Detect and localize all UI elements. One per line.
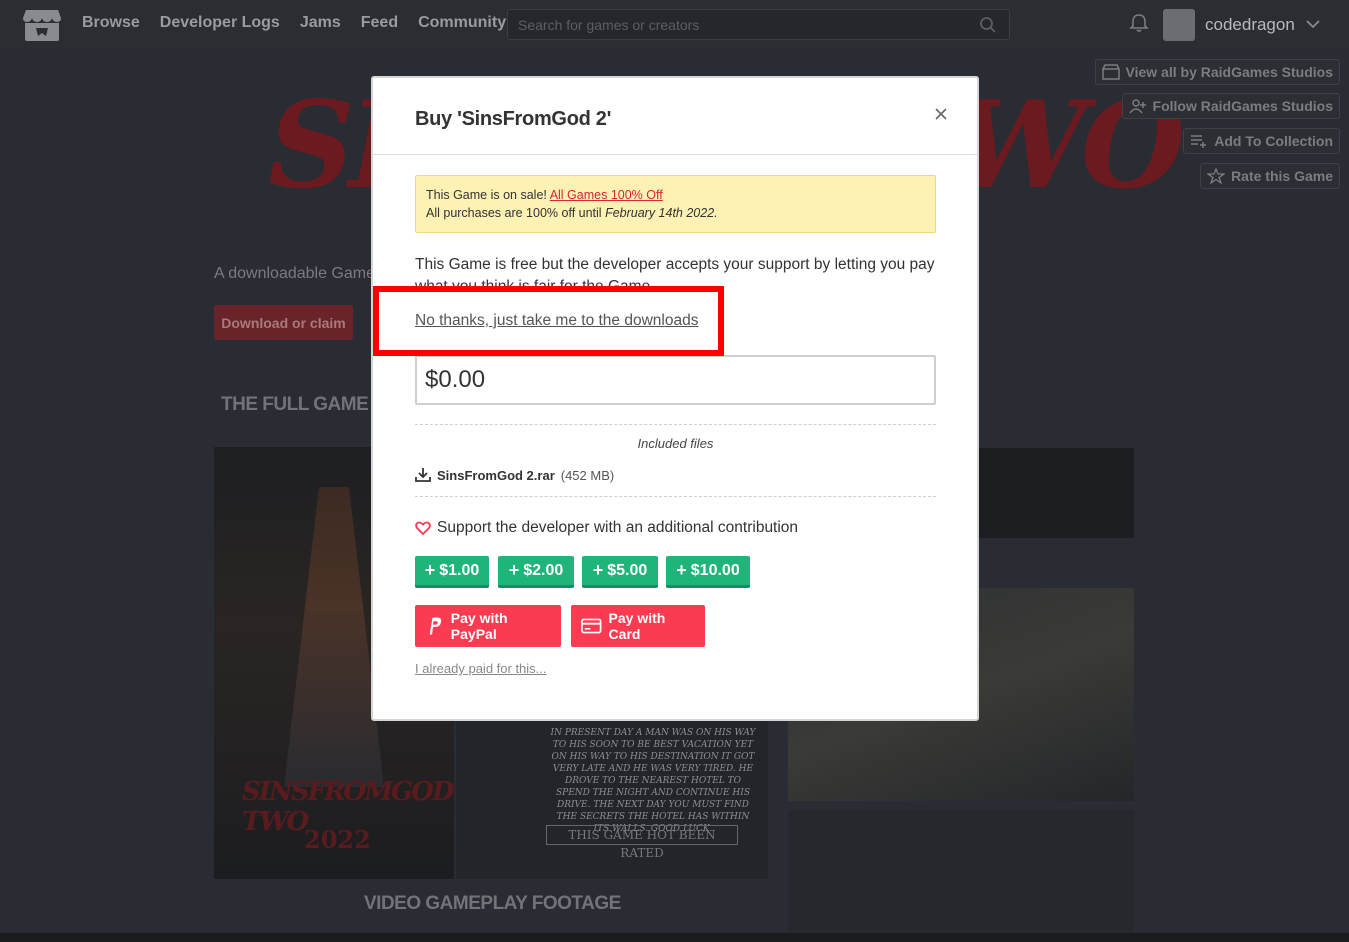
add-to-collection-label: Add To Collection xyxy=(1214,133,1333,149)
support-text: Support the developer with an additional… xyxy=(437,519,799,536)
contribute-1-button[interactable]: + $1.00 xyxy=(415,556,489,588)
star-icon xyxy=(1207,168,1226,184)
no-thanks-link[interactable]: No thanks, just take me to the downloads xyxy=(415,312,698,330)
paypal-icon xyxy=(429,617,442,635)
itchio-logo-icon[interactable] xyxy=(22,8,62,42)
bottom-strip xyxy=(0,933,1349,942)
section-full-game: THE FULL GAME W xyxy=(221,394,391,415)
bell-icon[interactable] xyxy=(1128,12,1150,34)
contribute-5-button[interactable]: + $5.00 xyxy=(582,556,658,588)
search-icon[interactable] xyxy=(979,16,997,34)
corridor-image xyxy=(284,487,384,787)
heart-icon xyxy=(415,521,431,536)
divider-bottom xyxy=(415,496,936,497)
file-size: (452 MB) xyxy=(560,467,615,483)
download-icon xyxy=(415,468,431,482)
search-input[interactable] xyxy=(508,10,1009,39)
sale-line2: All purchases are 100% off until xyxy=(426,206,602,220)
sale-date: February 14th 2022. xyxy=(605,206,718,220)
support-row: Support the developer with an additional… xyxy=(415,519,798,537)
close-icon[interactable] xyxy=(931,104,951,124)
nav-community[interactable]: Community xyxy=(418,14,506,32)
store-icon xyxy=(1101,64,1120,80)
nav-feed[interactable]: Feed xyxy=(361,14,398,32)
download-claim-button[interactable]: Download or claim xyxy=(214,305,353,340)
file-name: SinsFromGod 2.rar xyxy=(437,467,555,483)
game-tagline: A downloadable Game xyxy=(214,265,375,282)
divider-top xyxy=(415,424,936,425)
already-paid-link[interactable]: I already paid for this... xyxy=(415,661,547,676)
plus-icon: + xyxy=(508,560,520,580)
avatar[interactable] xyxy=(1163,9,1195,41)
pay-card-button[interactable]: Pay with Card xyxy=(571,605,705,647)
add-user-icon xyxy=(1128,99,1146,114)
file-row: SinsFromGod 2.rar (452 MB) xyxy=(415,467,614,483)
amount-input[interactable] xyxy=(417,357,934,403)
section-video: VIDEO GAMEPLAY FOOTAGE xyxy=(364,893,621,914)
sale-notice: This Game is on sale! All Games 100% Off… xyxy=(415,175,936,233)
plus-icon: + xyxy=(424,560,436,580)
contribute-1-label: $1.00 xyxy=(439,561,480,579)
intro-text: This Game is free but the developer acce… xyxy=(415,256,935,288)
sale-prefix: This Game is on sale! xyxy=(426,188,547,202)
screenshot-5[interactable] xyxy=(788,810,1134,940)
playlist-add-icon xyxy=(1191,135,1207,148)
follow-button[interactable]: Follow RaidGames Studios xyxy=(1121,93,1340,119)
rate-game-label: Rate this Game xyxy=(1231,168,1333,184)
buy-modal: Buy 'SinsFromGod 2' This Game is on sale… xyxy=(371,76,979,721)
plus-icon: + xyxy=(676,560,687,580)
top-nav: Browse Developer Logs Jams Feed Communit… xyxy=(0,0,1349,50)
view-all-label: View all by RaidGames Studios xyxy=(1125,64,1333,80)
plus-icon: + xyxy=(592,560,604,580)
included-files-label: Included files xyxy=(637,436,714,451)
modal-header: Buy 'SinsFromGod 2' xyxy=(373,78,977,155)
amount-field xyxy=(415,355,936,405)
pay-paypal-label: Pay with PayPal xyxy=(450,610,508,642)
pay-paypal-button[interactable]: Pay with PayPal xyxy=(415,605,561,647)
view-all-button[interactable]: View all by RaidGames Studios xyxy=(1094,59,1340,85)
poster-story: IN PRESENT DAY A MAN WAS ON HIS WAY TO H… xyxy=(550,728,756,834)
poster-rating: THIS GAME HOT BEEN RATED xyxy=(546,825,738,860)
intro-text-container: This Game is free but the developer acce… xyxy=(415,254,935,288)
add-to-collection-button[interactable]: Add To Collection xyxy=(1183,128,1340,154)
contribute-5-label: $5.00 xyxy=(607,561,648,579)
credit-card-icon xyxy=(581,618,602,634)
search-box xyxy=(507,9,1010,40)
rate-game-button[interactable]: Rate this Game xyxy=(1200,163,1340,189)
pay-card-label: Pay with Card xyxy=(608,610,666,642)
chevron-down-icon[interactable] xyxy=(1304,15,1322,33)
nav-browse[interactable]: Browse xyxy=(82,14,140,32)
poster-year: 2022 xyxy=(304,825,371,854)
username[interactable]: codedragon xyxy=(1205,15,1295,35)
contribute-10-button[interactable]: + $10.00 xyxy=(666,556,750,588)
nav-developer-logs[interactable]: Developer Logs xyxy=(160,14,280,32)
nav-jams[interactable]: Jams xyxy=(300,14,341,32)
sale-link[interactable]: All Games 100% Off xyxy=(550,188,663,202)
highlight-annotation: No thanks, just take me to the downloads xyxy=(373,286,724,356)
contribute-2-button[interactable]: + $2.00 xyxy=(498,556,574,588)
follow-label: Follow RaidGames Studios xyxy=(1152,98,1333,114)
contribute-10-label: $10.00 xyxy=(690,561,740,579)
modal-title: Buy 'SinsFromGod 2' xyxy=(415,108,612,130)
contribute-2-label: $2.00 xyxy=(523,561,564,579)
